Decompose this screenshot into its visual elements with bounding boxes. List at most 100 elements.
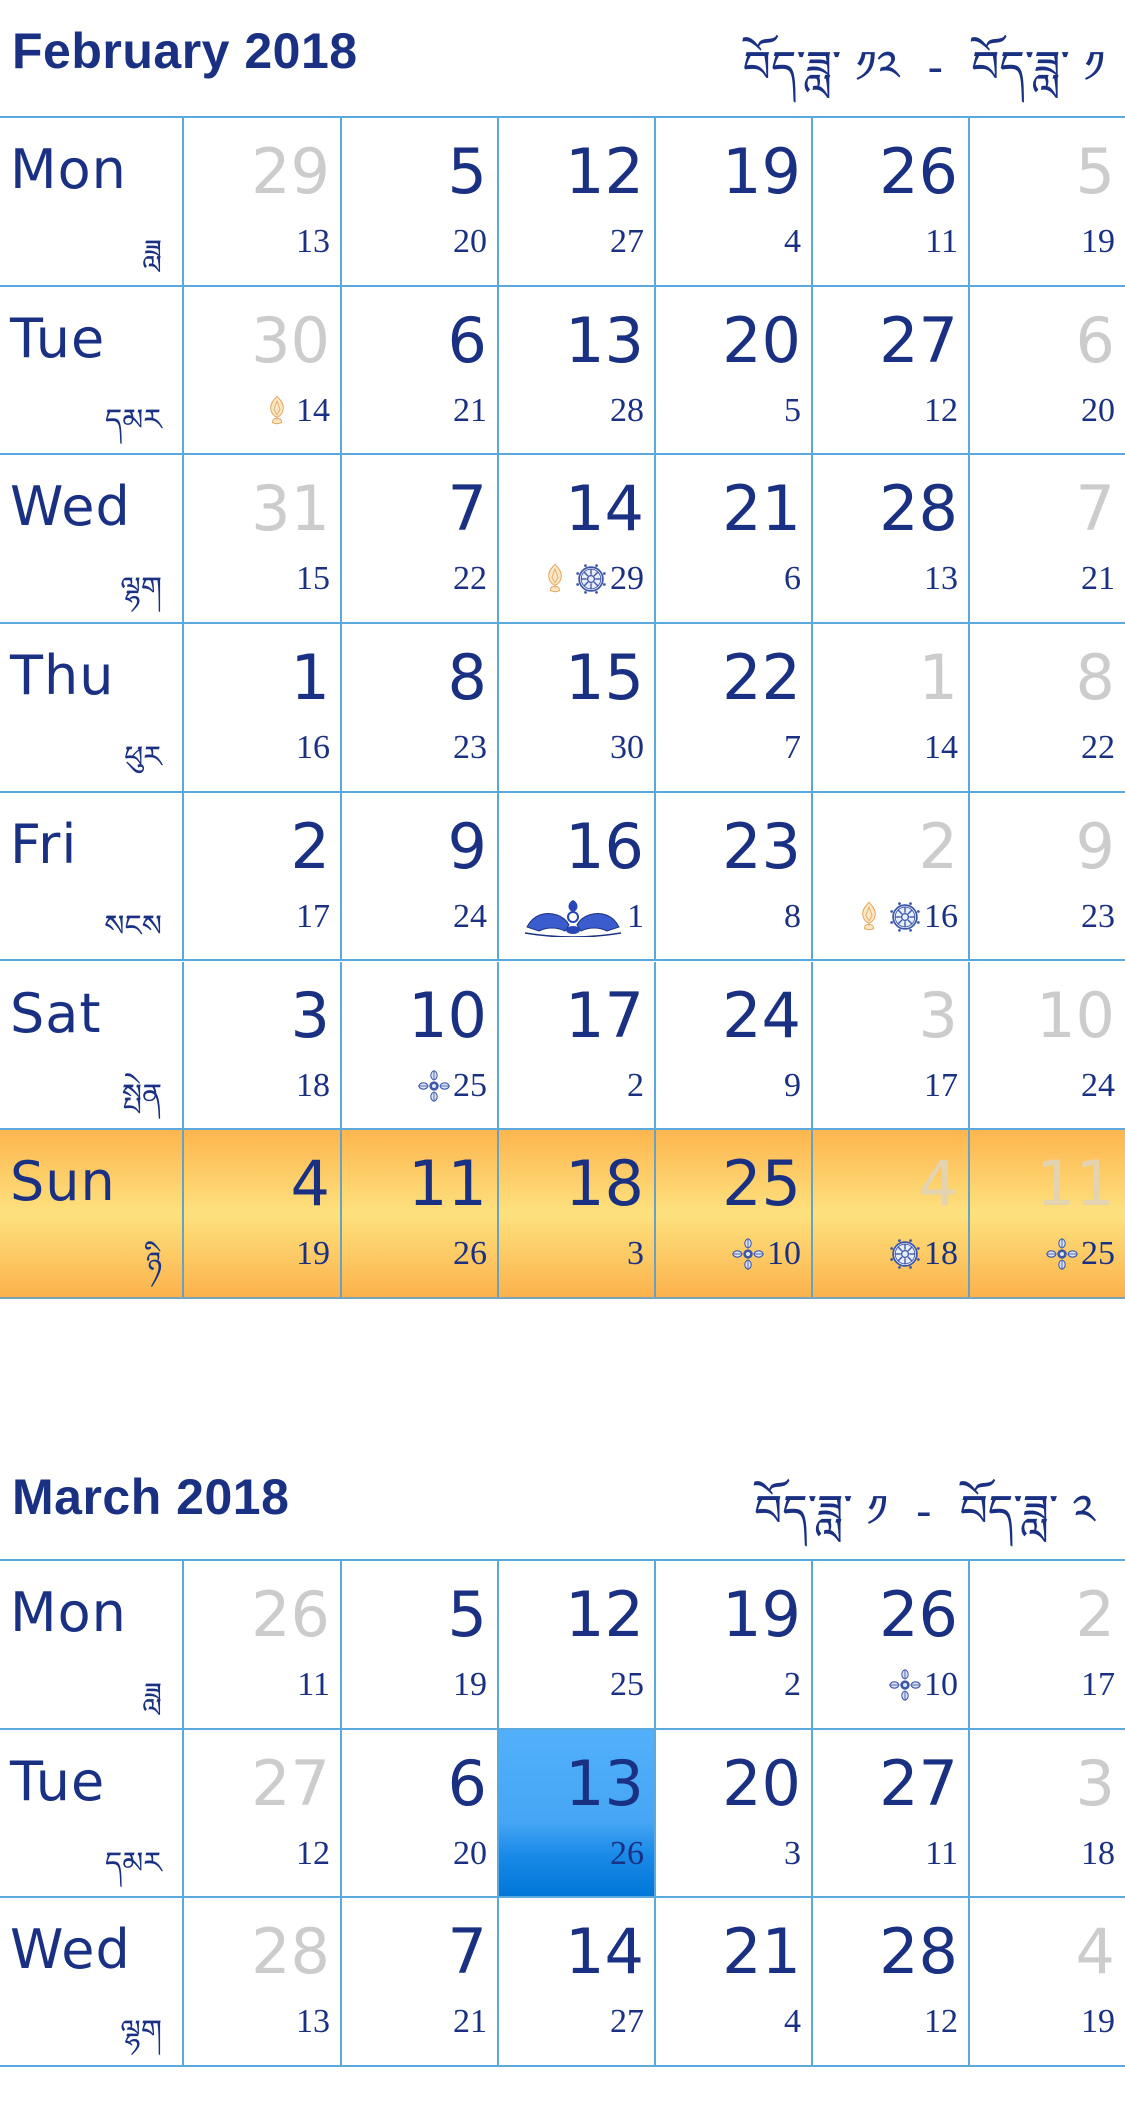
gregorian-day-number: 30 <box>251 303 330 377</box>
lunar-day-number: 15 <box>296 560 330 598</box>
lunar-day-number: 20 <box>453 1834 487 1872</box>
day-cell[interactable]: 10 25 <box>342 961 499 1129</box>
day-cell[interactable]: 20 5 <box>656 286 813 454</box>
day-cell[interactable]: 7 21 <box>342 1898 499 2066</box>
double-vajra-icon <box>731 1237 765 1271</box>
day-cell[interactable]: 20 3 <box>656 1729 813 1897</box>
day-cell[interactable]: 3 17 <box>813 961 970 1129</box>
lunar-day-number: 14 <box>296 391 330 429</box>
day-cell[interactable]: 27 12 <box>184 1729 342 1897</box>
day-cell[interactable]: 6 21 <box>342 286 499 454</box>
gregorian-day-number: 26 <box>879 1578 958 1651</box>
gregorian-day-number: 5 <box>447 1578 487 1651</box>
day-cell[interactable]: 28 13 <box>184 1898 342 2066</box>
day-cell[interactable]: 3 18 <box>184 961 342 1129</box>
day-cell[interactable]: 27 12 <box>813 286 970 454</box>
day-cell[interactable]: 216 <box>656 455 813 623</box>
day-cell[interactable]: 9 24 <box>342 792 499 960</box>
day-cell[interactable]: 1 16 <box>184 624 342 791</box>
day-cell[interactable]: 17 2 <box>499 961 656 1129</box>
day-cell[interactable]: 23 8 <box>656 792 813 960</box>
gregorian-day-number: 18 <box>565 1147 644 1221</box>
day-cell[interactable]: 12 27 <box>499 118 656 285</box>
day-cell[interactable]: 31 15 <box>184 455 342 623</box>
gregorian-day-number: 23 <box>722 809 801 883</box>
gregorian-day-number: 9 <box>1075 809 1115 883</box>
day-cell[interactable]: 4 18 <box>813 1130 970 1297</box>
day-cell[interactable]: 12 25 <box>499 1561 656 1728</box>
weekday-label-cell: Tue དམར <box>0 286 184 454</box>
lunar-day-number: 19 <box>1081 223 1115 260</box>
day-cell[interactable]: 9 23 <box>970 793 1125 960</box>
day-cell[interactable]: 6 20 <box>970 287 1125 454</box>
day-cell[interactable]: 6 20 <box>342 1729 499 1897</box>
day-cell[interactable]: 216 <box>813 792 970 960</box>
lunar-day-number: 17 <box>296 897 330 935</box>
day-cell[interactable]: 24 9 <box>656 961 813 1129</box>
day-cell[interactable]: 4 19 <box>184 1130 342 1297</box>
day-cell[interactable]: 15 30 <box>499 624 656 791</box>
day-cell[interactable]: 3 18 <box>970 1730 1125 1897</box>
day-cell[interactable]: 13 28 <box>499 286 656 454</box>
lunar-day-row: 18 <box>888 1234 958 1274</box>
day-cell[interactable]: 28 13 <box>813 455 970 623</box>
day-cell[interactable]: 8 22 <box>970 624 1125 791</box>
lunar-day-number: 19 <box>1081 2003 1115 2041</box>
day-cell[interactable]: 16 1 <box>499 792 656 960</box>
day-cell[interactable]: 7 21 <box>970 455 1125 622</box>
day-cell[interactable]: 22 7 <box>656 624 813 791</box>
gregorian-day-number: 10 <box>1036 978 1115 1052</box>
day-cell[interactable]: 26 11 <box>184 1561 342 1728</box>
lunar-day-row: 28 <box>610 391 644 431</box>
gregorian-day-number: 19 <box>722 135 801 208</box>
day-cell[interactable]: 21 4 <box>656 1898 813 2066</box>
day-cell[interactable]: 10 24 <box>970 962 1125 1129</box>
day-cell[interactable]: 26 10 <box>813 1561 970 1728</box>
lunar-day-row: 19 <box>453 1665 487 1705</box>
gregorian-day-number: 2 <box>918 809 958 883</box>
day-cell[interactable]: 27 11 <box>813 1729 970 1897</box>
day-cell[interactable]: 8 23 <box>342 624 499 791</box>
day-cell[interactable]: 14 27 <box>499 1898 656 2066</box>
day-cell[interactable]: 29 13 <box>184 118 342 285</box>
weekday-name: Wed <box>10 1918 131 1982</box>
day-cell[interactable]: 28 12 <box>813 1898 970 2066</box>
lunar-day-row: 3 <box>784 1834 801 1874</box>
day-cell[interactable]: 11 25 <box>970 1130 1125 1297</box>
day-cell[interactable]: 19 2 <box>656 1561 813 1728</box>
day-cell[interactable]: 11 26 <box>342 1130 499 1297</box>
day-cell[interactable]: 25 10 <box>656 1130 813 1297</box>
lunar-day-row: 11 <box>925 222 958 262</box>
day-cell[interactable]: 1 14 <box>813 624 970 791</box>
lunar-day-row: 11 <box>925 1834 958 1874</box>
day-cell[interactable]: 19 4 <box>656 118 813 285</box>
day-cell[interactable]: 14 29 <box>499 455 656 623</box>
gregorian-day-number: 21 <box>722 1915 801 1989</box>
flame-jewel-icon <box>852 900 886 934</box>
gregorian-day-number: 16 <box>565 809 644 883</box>
day-cell[interactable]: 4 19 <box>970 1898 1125 2065</box>
day-cell[interactable]: 2 17 <box>970 1561 1125 1728</box>
day-cell[interactable]: 18 3 <box>499 1130 656 1297</box>
day-cell[interactable]: 5 19 <box>342 1561 499 1728</box>
double-vajra-icon <box>1045 1237 1079 1271</box>
lunar-day-row: 17 <box>924 1066 958 1106</box>
lunar-day-number: 1 <box>627 897 644 935</box>
day-cell-today[interactable]: 13 26 <box>499 1729 656 1897</box>
lunar-day-number: 25 <box>1081 1235 1115 1273</box>
lunar-day-number: 17 <box>924 1066 958 1104</box>
gregorian-day-number: 27 <box>879 303 958 377</box>
day-cell[interactable]: 2 17 <box>184 792 342 960</box>
day-cell[interactable]: 26 11 <box>813 118 970 285</box>
lunar-day-number: 11 <box>925 223 958 260</box>
day-cell[interactable]: 7 22 <box>342 455 499 623</box>
weekday-label-cell: Wed ལྷག <box>0 1898 184 2066</box>
weekday-tibetan-name: ལྷག <box>120 2014 162 2050</box>
day-cell[interactable]: 30 14 <box>184 286 342 454</box>
day-cell[interactable]: 5 20 <box>342 118 499 285</box>
lunar-day-row: 13 <box>296 222 330 262</box>
lunar-day-row: 12 <box>296 1834 330 1874</box>
day-cell[interactable]: 5 19 <box>970 118 1125 285</box>
lunar-day-row: 18 <box>296 1066 330 1106</box>
gregorian-day-number: 10 <box>408 978 487 1052</box>
